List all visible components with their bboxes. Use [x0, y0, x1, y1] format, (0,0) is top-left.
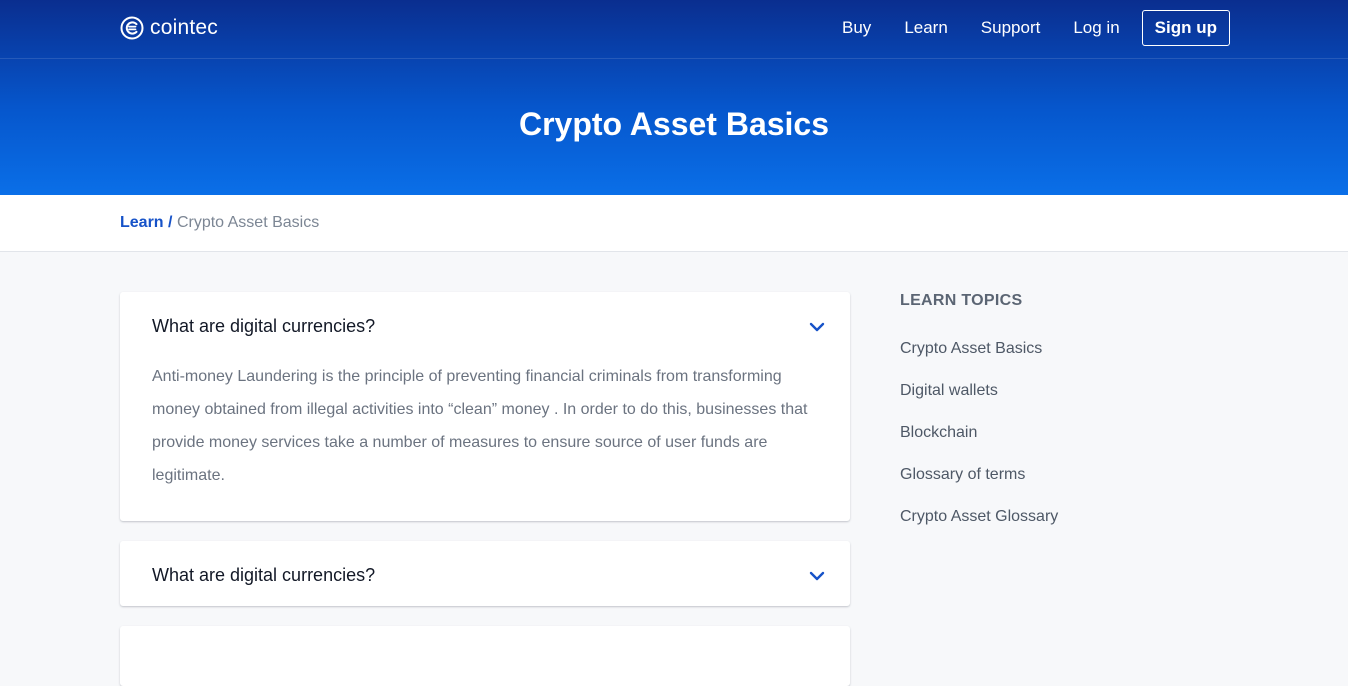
nav-link-login[interactable]: Log in [1073, 18, 1119, 38]
brand-name: cointec [150, 16, 218, 39]
sidebar-item-blockchain[interactable]: Blockchain [900, 422, 1058, 464]
breadcrumb-link-learn[interactable]: Learn [120, 214, 164, 231]
sidebar-item-digital-wallets[interactable]: Digital wallets [900, 380, 1058, 422]
faq-card-collapsed: What are digital currencies? [120, 541, 850, 606]
faq-question[interactable]: What are digital currencies? [152, 316, 375, 337]
signup-button[interactable]: Sign up [1141, 10, 1230, 46]
breadcrumb: Learn / Crypto Asset Basics [120, 214, 319, 232]
breadcrumb-bar: Learn / Crypto Asset Basics [0, 195, 1348, 252]
breadcrumb-current: Crypto Asset Basics [176, 214, 320, 231]
faq-question[interactable]: What are digital currencies? [152, 565, 375, 586]
hero-banner: cointec Buy Learn Support Log in Sign up… [0, 0, 1348, 195]
faq-card-expanded: What are digital currencies? Anti-money … [120, 292, 850, 521]
sidebar-heading: LEARN TOPICS [900, 292, 1023, 309]
top-navigation-bar: cointec Buy Learn Support Log in Sign up [0, 0, 1348, 59]
brand-logo[interactable]: cointec [120, 15, 218, 41]
chevron-down-icon[interactable] [808, 569, 826, 583]
sidebar-item-glossary-of-terms[interactable]: Glossary of terms [900, 464, 1058, 506]
faq-card-partial[interactable] [120, 626, 850, 686]
sidebar-topic-list: Crypto Asset Basics Digital wallets Bloc… [900, 338, 1058, 548]
sidebar-item-crypto-asset-glossary[interactable]: Crypto Asset Glossary [900, 506, 1058, 548]
nav-link-learn[interactable]: Learn [904, 18, 947, 38]
cointec-logo-icon [120, 16, 144, 40]
faq-answer: Anti-money Laundering is the principle o… [152, 368, 808, 484]
sidebar-item-crypto-asset-basics[interactable]: Crypto Asset Basics [900, 338, 1058, 380]
main-nav: Buy Learn Support Log in Sign up [842, 10, 1230, 46]
page-title: Crypto Asset Basics [518, 106, 830, 142]
nav-link-buy[interactable]: Buy [842, 18, 871, 38]
chevron-down-icon[interactable] [808, 320, 826, 334]
nav-link-support[interactable]: Support [981, 18, 1041, 38]
breadcrumb-separator: / [168, 214, 173, 231]
